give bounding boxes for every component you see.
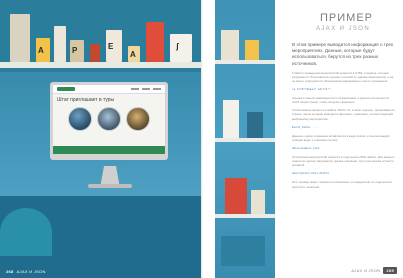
site-nav bbox=[131, 88, 161, 90]
tour-photo bbox=[126, 107, 150, 131]
folio-right: AJAX И JSON 269 bbox=[351, 267, 397, 274]
page-subtitle: AJAX И JSON bbox=[316, 26, 371, 32]
page-number: 268 bbox=[6, 269, 14, 274]
lead-paragraph: В этом примере выводится инфор­мация о т… bbox=[292, 42, 394, 66]
strip-shelf bbox=[215, 60, 275, 64]
body-paragraph: Ссылка в панели навигации href с id-знач… bbox=[292, 96, 390, 105]
shelf-block bbox=[146, 22, 164, 62]
body-paragraph: 3) Описания мероприятий хранятся в отдел… bbox=[292, 155, 395, 168]
running-title: AJAX И JSON bbox=[16, 269, 46, 274]
shelf-block bbox=[170, 34, 192, 62]
folio-left: 268 AJAX И JSON bbox=[6, 269, 46, 274]
shelf-letter: ʃ bbox=[176, 42, 179, 51]
strip-block bbox=[221, 236, 265, 266]
code-line: <a href="#main" id="c1"> bbox=[292, 87, 396, 92]
shelf-letter: P bbox=[72, 46, 78, 55]
shelf-letter: A bbox=[130, 50, 136, 59]
strip-shelf bbox=[215, 138, 275, 142]
book-gutter bbox=[201, 0, 203, 278]
page-number: 269 bbox=[383, 267, 397, 274]
shelf bbox=[0, 62, 201, 68]
lamp bbox=[0, 208, 52, 256]
left-page-photo: A P E A ʃ Штат приглашает в туры 268 AJAX… bbox=[0, 0, 201, 278]
strip-block bbox=[251, 190, 265, 214]
tour-photo bbox=[97, 107, 121, 131]
shelf-letter: A bbox=[38, 46, 44, 55]
tour-photo bbox=[68, 107, 92, 131]
strip-block bbox=[225, 178, 247, 214]
body-paragraph: 1) Место проведения мероприятий хранится… bbox=[292, 70, 394, 83]
shelf-block bbox=[54, 26, 66, 62]
strip-block bbox=[245, 40, 259, 60]
site-footer bbox=[53, 146, 165, 154]
code-line: Event_table: ... bbox=[292, 125, 396, 130]
strip-block bbox=[223, 100, 239, 138]
right-photo-strip bbox=[215, 0, 275, 278]
body-paragraph: Этот пример может показаться объемным, н… bbox=[292, 180, 392, 189]
code-snippet: description.html #title bbox=[292, 172, 330, 176]
strip-shelf bbox=[215, 214, 275, 218]
body-paragraph: Данные о датах и времени вставляются в в… bbox=[292, 133, 390, 142]
strip-block bbox=[221, 30, 239, 60]
shelf-block bbox=[90, 44, 100, 62]
shelf-letter: E bbox=[108, 42, 114, 51]
body-paragraph: 2) Расписание хранится в файле JSON. Он,… bbox=[292, 108, 395, 121]
tour-list bbox=[53, 104, 165, 134]
monitor-screen: Штат приглашает в туры bbox=[53, 85, 165, 154]
running-title: AJAX И JSON bbox=[351, 268, 381, 273]
shelf-block bbox=[10, 14, 30, 62]
site-logo bbox=[57, 87, 75, 91]
site-heading: Штат приглашает в туры bbox=[57, 97, 115, 103]
site-header bbox=[53, 85, 165, 94]
code-line: data/example.json bbox=[292, 146, 396, 151]
strip-block bbox=[247, 112, 263, 138]
code-line: description.html #title bbox=[292, 171, 396, 176]
page-title: ПРИМЕР bbox=[320, 12, 373, 24]
code-snippet: Event_table: ... bbox=[292, 125, 318, 129]
monitor: Штат приглашает в туры bbox=[50, 82, 168, 160]
monitor-stand-base bbox=[88, 184, 132, 188]
monitor-stand bbox=[100, 166, 120, 186]
article-content: В этом примере выводится инфор­мация о т… bbox=[292, 42, 396, 189]
code-snippet: <a href="#main" id="c1"> bbox=[292, 88, 331, 92]
code-snippet: data/example.json bbox=[292, 146, 320, 150]
